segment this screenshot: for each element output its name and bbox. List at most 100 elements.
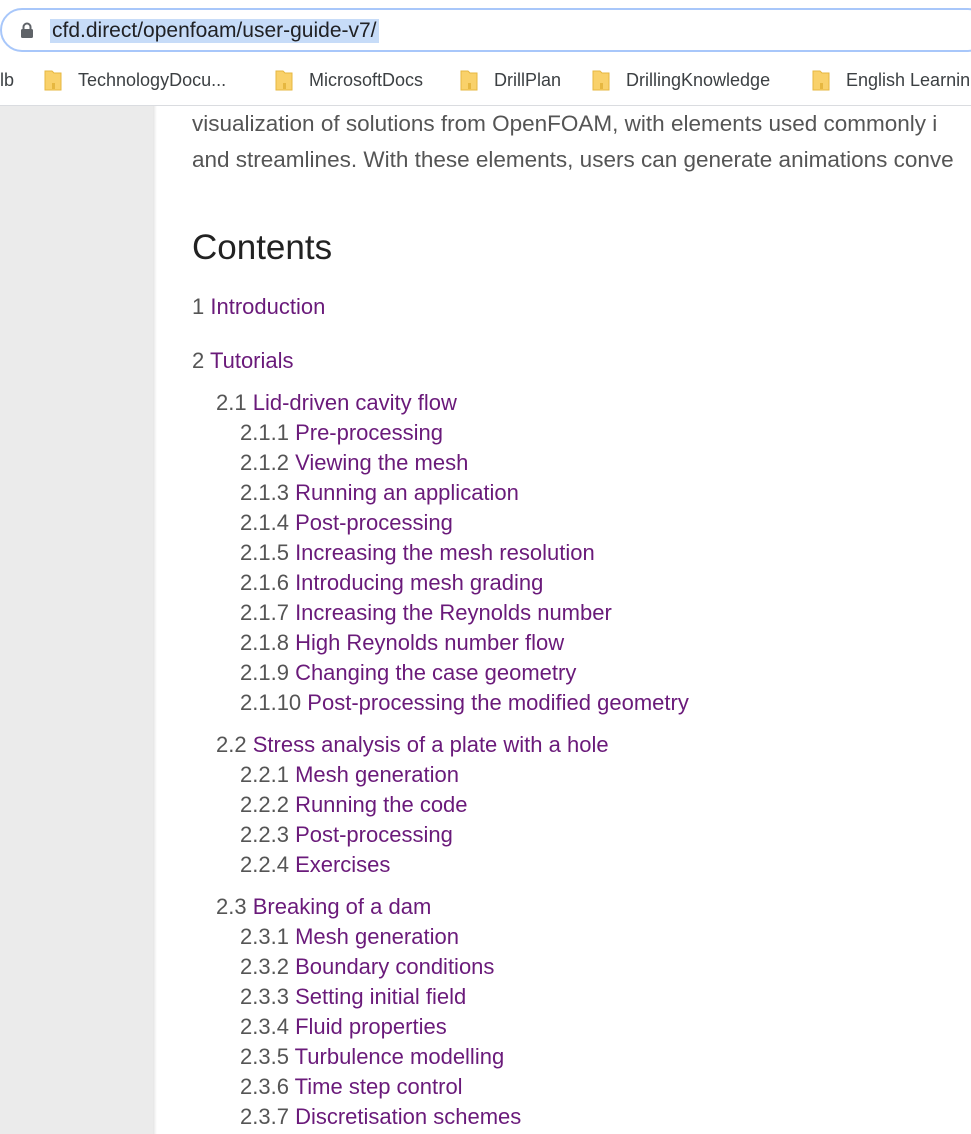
toc-item: 2 Tutorials <box>192 348 294 374</box>
toc-number: 2 <box>192 348 205 373</box>
toc-item: 2.1.9 Changing the case geometry <box>240 660 576 686</box>
lock-icon[interactable] <box>20 22 34 38</box>
toc-number: 2.1.10 <box>240 690 302 715</box>
toc-link[interactable]: High Reynolds number flow <box>295 630 564 655</box>
toc-item: 2.1.6 Introducing mesh grading <box>240 570 543 596</box>
toc-number: 2.1.1 <box>240 420 289 445</box>
toc-link[interactable]: Running an application <box>295 480 519 505</box>
toc-link[interactable]: Mesh generation <box>295 924 459 949</box>
bookmark-label: MicrosoftDocs <box>309 69 424 90</box>
toc-link[interactable]: Post-processing <box>295 822 453 847</box>
toc-item: 2.3.5 Turbulence modelling <box>240 1044 504 1070</box>
toc-link[interactable]: Tutorials <box>210 348 294 373</box>
toc-item: 2.1.1 Pre-processing <box>240 420 443 446</box>
toc-number: 2.3.5 <box>240 1044 289 1069</box>
toc-item: 2.3.3 Setting initial field <box>240 984 466 1010</box>
bookmark-lb[interactable]: lb <box>0 67 14 93</box>
toc-item: 2.2.3 Post-processing <box>240 822 453 848</box>
toc-item: 1 Introduction <box>192 294 325 320</box>
toc-item: 2.3 Breaking of a dam <box>216 894 431 920</box>
toc-item: 2.3.1 Mesh generation <box>240 924 459 950</box>
toc-link[interactable]: Post-processing <box>295 510 453 535</box>
toc-number: 2.3.2 <box>240 954 289 979</box>
toc-number: 2.2.3 <box>240 822 289 847</box>
toc-item: 2.1.7 Increasing the Reynolds number <box>240 600 612 626</box>
folder-icon <box>460 70 478 91</box>
toc-number: 1 <box>192 294 205 319</box>
toc-number: 2.1.6 <box>240 570 289 595</box>
toc-item: 2.3.7 Discretisation schemes <box>240 1104 521 1130</box>
toc-number: 2.1 <box>216 390 247 415</box>
toc-link[interactable]: Introducing mesh grading <box>295 570 543 595</box>
toc-link[interactable]: Boundary conditions <box>295 954 494 979</box>
toc-link[interactable]: Increasing the Reynolds number <box>295 600 612 625</box>
toc-item: 2.1.3 Running an application <box>240 480 519 506</box>
toc-link[interactable]: Increasing the mesh resolution <box>295 540 595 565</box>
contents-heading: Contents <box>192 228 333 267</box>
toc-number: 2.1.5 <box>240 540 289 565</box>
toc-item: 2.2.4 Exercises <box>240 852 390 878</box>
toc-number: 2.1.8 <box>240 630 289 655</box>
toc-item: 2.3.4 Fluid properties <box>240 1014 447 1040</box>
bookmark-label: English Learnin <box>846 69 971 90</box>
toc-item: 2.2 Stress analysis of a plate with a ho… <box>216 732 609 758</box>
toc-number: 2.3.1 <box>240 924 289 949</box>
toc-link[interactable]: Introduction <box>210 294 325 319</box>
bookmarks-bar: lb TechnologyDocu... MicrosoftDocs Drill… <box>0 60 971 100</box>
toc-link[interactable]: Breaking of a dam <box>253 894 432 919</box>
toc-link[interactable]: Pre-processing <box>295 420 443 445</box>
toc-link[interactable]: Time step control <box>295 1074 463 1099</box>
toc-item: 2.1.5 Increasing the mesh resolution <box>240 540 595 566</box>
toc-link[interactable]: Stress analysis of a plate with a hole <box>253 732 609 757</box>
toc-item: 2.1 Lid-driven cavity flow <box>216 390 457 416</box>
url-text[interactable]: cfd.direct/openfoam/user-guide-v7/ <box>50 19 379 43</box>
toc-number: 2.1.3 <box>240 480 289 505</box>
address-bar[interactable]: cfd.direct/openfoam/user-guide-v7/ <box>0 8 971 52</box>
toc-link[interactable]: Setting initial field <box>295 984 466 1009</box>
bookmark-drillingknowledge[interactable]: DrillingKnowledge <box>592 67 770 93</box>
toc-link[interactable]: Running the code <box>295 792 467 817</box>
page-content: visualization of solutions from OpenFOAM… <box>157 106 971 1134</box>
toc-number: 2.2.4 <box>240 852 289 877</box>
toc-item: 2.1.4 Post-processing <box>240 510 453 536</box>
toc-link[interactable]: Fluid properties <box>295 1014 447 1039</box>
bookmark-label: DrillingKnowledge <box>626 69 771 90</box>
toc-number: 2.3.6 <box>240 1074 289 1099</box>
toc-item: 2.1.2 Viewing the mesh <box>240 450 468 476</box>
folder-icon <box>812 70 830 91</box>
toc-number: 2.2 <box>216 732 247 757</box>
toc-number: 2.3.7 <box>240 1104 289 1129</box>
toc-item: 2.3.6 Time step control <box>240 1074 463 1100</box>
toc-item: 2.1.8 High Reynolds number flow <box>240 630 564 656</box>
bookmark-microsoftdocs[interactable]: MicrosoftDocs <box>275 67 423 93</box>
toc-item: 2.2.1 Mesh generation <box>240 762 459 788</box>
toc-item: 2.3.2 Boundary conditions <box>240 954 494 980</box>
bookmark-technologydocu[interactable]: TechnologyDocu... <box>44 67 226 93</box>
toc-number: 2.2.2 <box>240 792 289 817</box>
intro-text-line: and streamlines. With these elements, us… <box>192 147 954 172</box>
bookmark-label: DrillPlan <box>494 69 562 90</box>
folder-icon <box>275 70 293 91</box>
intro-text-line: visualization of solutions from OpenFOAM… <box>192 111 938 136</box>
folder-icon <box>592 70 610 91</box>
toc-number: 2.1.4 <box>240 510 289 535</box>
toc-link[interactable]: Exercises <box>295 852 390 877</box>
toc-link[interactable]: Viewing the mesh <box>295 450 468 475</box>
bookmark-label: lb <box>0 69 15 90</box>
toc-link[interactable]: Turbulence modelling <box>295 1044 505 1069</box>
toc-link[interactable]: Mesh generation <box>295 762 459 787</box>
toc-number: 2.3.3 <box>240 984 289 1009</box>
bookmark-drillplan[interactable]: DrillPlan <box>460 67 561 93</box>
toc-link[interactable]: Post-processing the modified geometry <box>307 690 689 715</box>
toc-link[interactable]: Changing the case geometry <box>295 660 576 685</box>
toc-number: 2.1.2 <box>240 450 289 475</box>
folder-icon <box>44 70 62 91</box>
toc-item: 2.1.10 Post-processing the modified geom… <box>240 690 689 716</box>
bookmark-english-learning[interactable]: English Learnin <box>812 67 970 93</box>
browser-chrome: cfd.direct/openfoam/user-guide-v7/ lb Te… <box>0 0 971 106</box>
toc-number: 2.1.7 <box>240 600 289 625</box>
toc-number: 2.3.4 <box>240 1014 289 1039</box>
toc-number: 2.2.1 <box>240 762 289 787</box>
toc-link[interactable]: Discretisation schemes <box>295 1104 521 1129</box>
toc-link[interactable]: Lid-driven cavity flow <box>253 390 457 415</box>
